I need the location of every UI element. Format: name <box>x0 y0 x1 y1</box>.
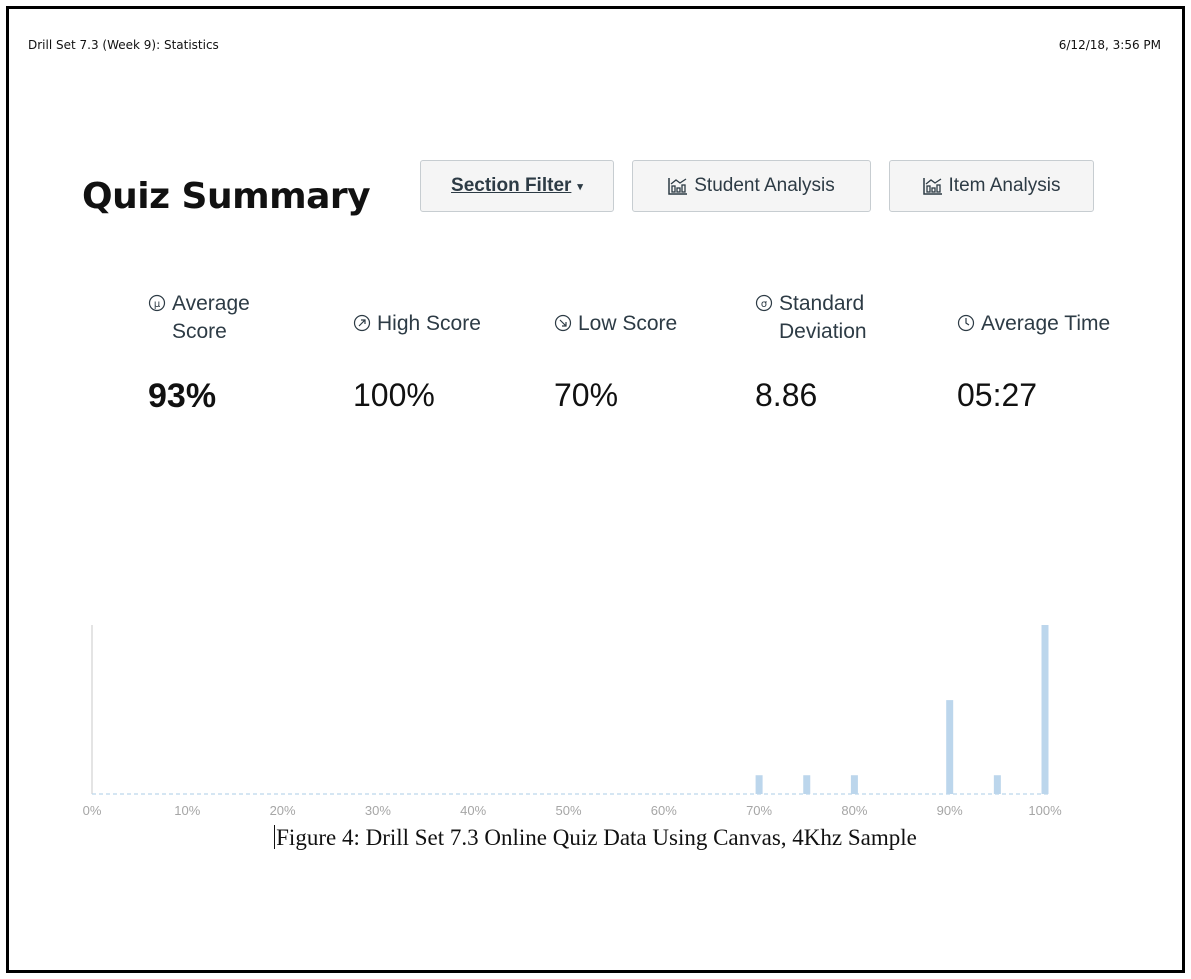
x-tick-label: 70% <box>746 803 772 818</box>
histogram-bar <box>755 775 763 794</box>
histogram-bar <box>946 700 954 794</box>
x-tick-label: 40% <box>460 803 486 818</box>
figure-caption: Figure 4: Drill Set 7.3 Online Quiz Data… <box>0 825 1191 851</box>
histogram-bar <box>1041 625 1049 794</box>
x-tick-label: 10% <box>174 803 200 818</box>
x-tick-label: 80% <box>841 803 867 818</box>
figure-caption-text: Figure 4: Drill Set 7.3 Online Quiz Data… <box>276 825 917 850</box>
x-tick-label: 90% <box>937 803 963 818</box>
x-tick-label: 30% <box>365 803 391 818</box>
histogram-bar <box>803 775 811 794</box>
x-tick-label: 0% <box>83 803 102 818</box>
histogram-bar <box>993 775 1001 794</box>
x-tick-label: 60% <box>651 803 677 818</box>
text-cursor <box>274 825 276 849</box>
histogram-bar <box>850 775 858 794</box>
x-tick-label: 100% <box>1028 803 1062 818</box>
x-tick-label: 50% <box>555 803 581 818</box>
x-tick-label: 20% <box>270 803 296 818</box>
